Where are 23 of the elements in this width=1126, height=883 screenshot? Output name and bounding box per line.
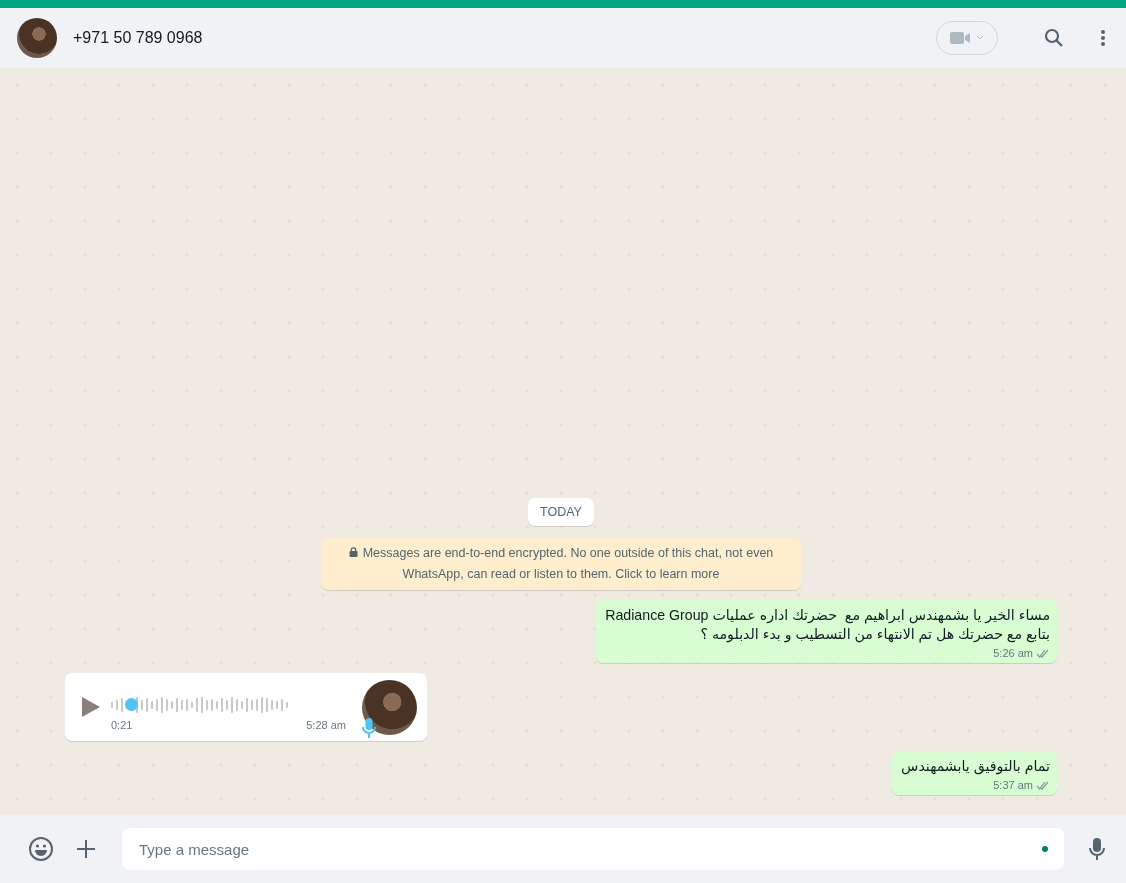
message-time: 5:37 am — [993, 779, 1033, 791]
sender-avatar — [362, 679, 417, 735]
date-chip: TODAY — [528, 498, 594, 526]
playback-thumb[interactable] — [125, 698, 139, 711]
lock-icon — [348, 547, 358, 557]
message-time: 5:26 am — [993, 647, 1033, 659]
message-input-field[interactable]: Type a message — [122, 828, 1064, 870]
message-text: بتابع مع حضرتك هل تم الانتهاء من التسطيب و بدء الدبلومه ؟ — [699, 625, 1050, 644]
status-dot-icon — [1042, 846, 1048, 852]
message-text: مساء الخير يا بشمهندس ابراهيم مع حضرتك اداره عمليات Radiance Group — [605, 606, 1050, 625]
microphone-icon — [362, 716, 376, 739]
play-icon[interactable] — [81, 696, 101, 718]
contact-avatar[interactable] — [17, 18, 57, 58]
video-camera-icon — [950, 31, 972, 45]
voice-duration: 0:21 — [111, 719, 133, 731]
search-icon — [1044, 28, 1064, 48]
message-text: تمام بالتوفيق يابشمهندس — [901, 757, 1050, 776]
message-time: 5:28 am — [306, 719, 346, 731]
menu-icon — [1100, 29, 1106, 47]
encryption-notice[interactable]: Messages are end-to-end encrypted. No one outside of this chat, not even WhatsApp, can read or listen to them. Click to learn more — [321, 538, 801, 590]
caret-icon — [976, 35, 984, 41]
contact-name[interactable]: +971 50 789 0968 — [73, 29, 920, 47]
encryption-notice-text: Messages are end-to-end encrypted. No one outside of this chat, not even WhatsApp, can read or listen to them. Click to learn more — [335, 543, 787, 585]
